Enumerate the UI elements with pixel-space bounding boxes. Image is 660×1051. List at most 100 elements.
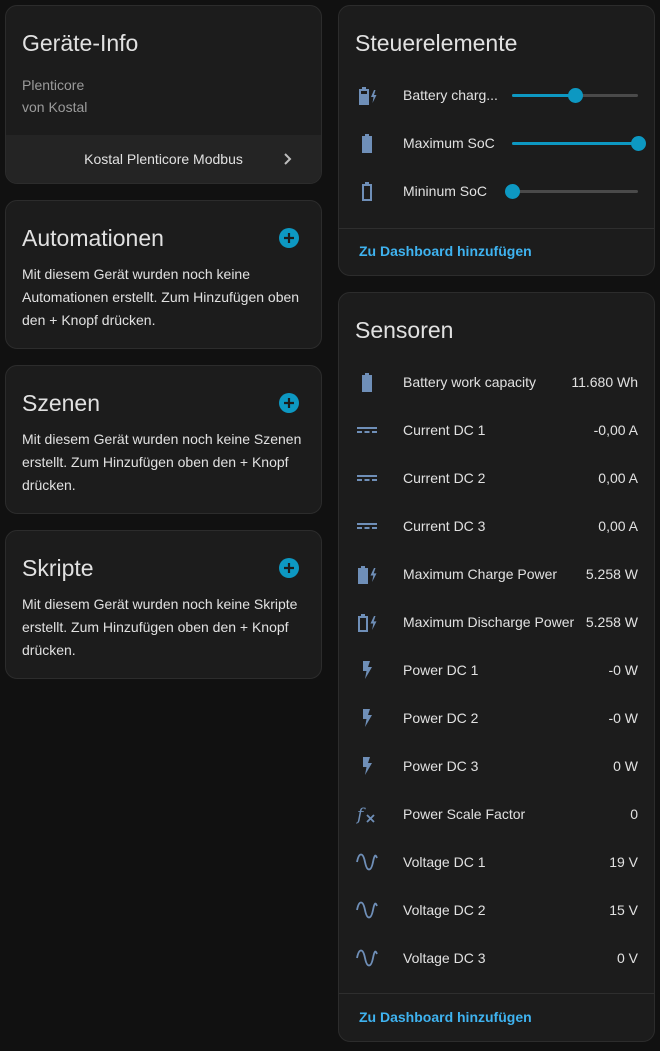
sensor-row[interactable]: Current DC 3 0,00 A [339, 502, 654, 550]
slider-handle[interactable] [505, 184, 520, 199]
sensor-value: 15 V [609, 902, 638, 918]
controls-title: Steuerelemente [355, 30, 518, 56]
battery-outline-icon [355, 179, 379, 203]
card-divider [339, 993, 654, 994]
sensor-row[interactable]: Current DC 2 0,00 A [339, 454, 654, 502]
slider-fill [512, 142, 638, 145]
battery-charge-slider[interactable] [512, 87, 638, 103]
sensor-label: Voltage DC 1 [403, 854, 486, 870]
sensor-label: Current DC 1 [403, 422, 486, 438]
sensor-label: Maximum Charge Power [403, 566, 558, 582]
svg-text:f: f [355, 805, 366, 825]
battery-charging-icon [355, 83, 379, 107]
flash-icon [355, 754, 379, 778]
device-info-card: Geräte-Info Plenticore von Kostal Kostal… [5, 5, 322, 184]
sensor-row[interactable]: Maximum Discharge Power 5.258 W [339, 598, 654, 646]
slider-track [512, 190, 638, 193]
control-label: Maximum SoC [403, 135, 495, 151]
control-label: Battery charg... [403, 87, 498, 103]
plus-icon [284, 398, 294, 408]
battery-icon [355, 131, 379, 155]
scenes-card: Szenen Mit diesem Gerät wurden noch kein… [5, 365, 322, 514]
sensor-value: 11.680 Wh [571, 374, 638, 390]
sensor-value: 0 [630, 806, 638, 822]
sine-wave-icon [355, 850, 379, 874]
chevron-right-icon [284, 153, 292, 165]
function-icon: f [355, 802, 379, 826]
sensor-value: -0 W [608, 662, 638, 678]
battery-icon [355, 370, 379, 394]
add-script-button[interactable] [279, 558, 299, 578]
device-model: Plenticore [22, 77, 85, 93]
sensor-row[interactable]: Battery work capacity 11.680 Wh [339, 358, 654, 406]
scripts-empty-text: Mit diesem Gerät wurden noch keine Skrip… [22, 596, 298, 658]
automations-empty-text: Mit diesem Gerät wurden noch keine Autom… [22, 266, 300, 328]
add-to-dashboard-link[interactable]: Zu Dashboard hinzufügen [359, 243, 532, 259]
plus-icon [284, 233, 294, 243]
controls-card: Steuerelemente Battery charg... Maximum … [338, 5, 655, 276]
control-row: Mininum SoC [339, 167, 654, 215]
sensor-value: 0 V [616, 950, 638, 966]
slider-handle[interactable] [568, 88, 583, 103]
sensor-row[interactable]: Power DC 3 0 W [339, 742, 654, 790]
current-dc-icon [355, 514, 379, 538]
sensor-value: 0,00 A [598, 518, 638, 534]
control-row: Battery charg... [339, 71, 654, 119]
sensor-value: 0,00 A [598, 470, 638, 486]
battery-charging-icon [355, 562, 379, 586]
slider-handle[interactable] [631, 136, 646, 151]
flash-icon [355, 658, 379, 682]
control-label: Mininum SoC [403, 183, 488, 199]
sensor-row[interactable]: f Power Scale Factor 0 [339, 790, 654, 838]
sensor-label: Voltage DC 2 [403, 902, 486, 918]
sensor-label: Power Scale Factor [403, 806, 526, 822]
automations-title: Automationen [22, 225, 164, 251]
card-divider [339, 228, 654, 229]
sensor-label: Current DC 2 [403, 470, 486, 486]
device-info-title: Geräte-Info [22, 30, 139, 56]
scripts-title: Skripte [22, 555, 94, 581]
sensor-label: Maximum Discharge Power [403, 614, 575, 630]
sensor-label: Battery work capacity [403, 374, 537, 390]
current-dc-icon [355, 466, 379, 490]
current-dc-icon [355, 418, 379, 442]
sensor-value: -0 W [608, 710, 638, 726]
sensor-label: Power DC 2 [403, 710, 479, 726]
automations-card: Automationen Mit diesem Gerät wurden noc… [5, 200, 322, 349]
add-scene-button[interactable] [279, 393, 299, 413]
maximum-soc-slider[interactable] [512, 135, 646, 151]
sensors-title: Sensoren [355, 317, 454, 343]
device-manufacturer: von Kostal [22, 99, 88, 115]
sine-wave-icon [355, 946, 379, 970]
sine-wave-icon [355, 898, 379, 922]
battery-charging-outline-icon [355, 610, 379, 634]
sensor-row[interactable]: Voltage DC 2 15 V [339, 886, 654, 934]
scripts-card: Skripte Mit diesem Gerät wurden noch kei… [5, 530, 322, 679]
device-link-button[interactable]: Kostal Plenticore Modbus [6, 135, 321, 183]
sensor-value: 19 V [609, 854, 638, 870]
sensor-row[interactable]: Voltage DC 1 19 V [339, 838, 654, 886]
add-automation-button[interactable] [279, 228, 299, 248]
sensor-label: Power DC 1 [403, 662, 479, 678]
sensor-value: 0 W [613, 758, 638, 774]
sensor-row[interactable]: Current DC 1 -0,00 A [339, 406, 654, 454]
plus-icon [284, 563, 294, 573]
sensor-row[interactable]: Power DC 1 -0 W [339, 646, 654, 694]
device-link-label: Kostal Plenticore Modbus [84, 151, 243, 167]
flash-icon [355, 706, 379, 730]
slider-fill [512, 94, 575, 97]
sensor-row[interactable]: Power DC 2 -0 W [339, 694, 654, 742]
control-row: Maximum SoC [339, 119, 654, 167]
sensor-label: Power DC 3 [403, 758, 479, 774]
minimum-soc-slider[interactable] [505, 183, 638, 199]
sensor-value: 5.258 W [585, 566, 638, 582]
sensor-row[interactable]: Voltage DC 3 0 V [339, 934, 654, 982]
add-to-dashboard-link[interactable]: Zu Dashboard hinzufügen [359, 1009, 532, 1025]
sensor-label: Current DC 3 [403, 518, 486, 534]
sensor-value: -0,00 A [593, 422, 638, 438]
sensor-row[interactable]: Maximum Charge Power 5.258 W [339, 550, 654, 598]
scenes-empty-text: Mit diesem Gerät wurden noch keine Szene… [22, 431, 302, 493]
scenes-title: Szenen [22, 390, 101, 416]
sensor-label: Voltage DC 3 [403, 950, 486, 966]
sensors-card: Sensoren Battery work capacity 11.680 Wh C… [338, 292, 655, 1042]
